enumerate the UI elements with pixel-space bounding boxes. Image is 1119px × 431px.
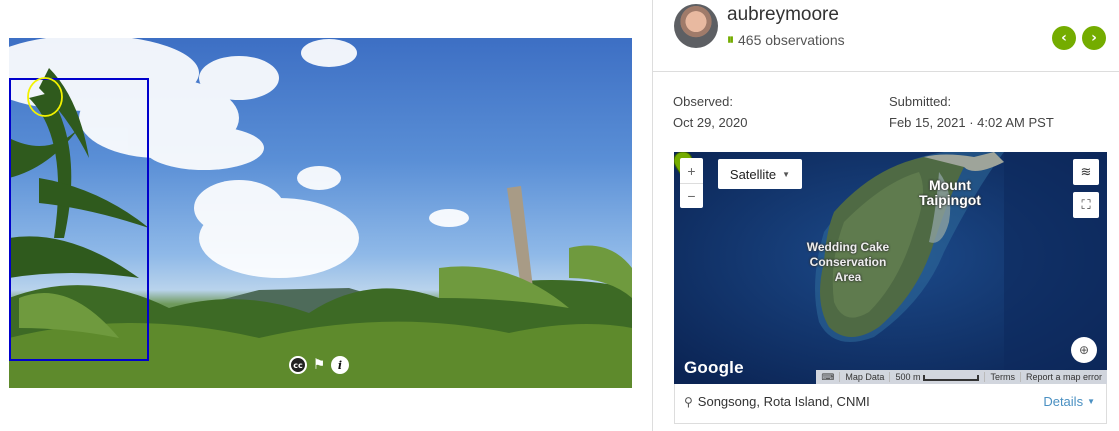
chevron-right-icon[interactable]: › — [1082, 26, 1106, 50]
chevron-left-icon[interactable]: ‹ — [1052, 26, 1076, 50]
flag-icon[interactable]: ⚑ — [311, 356, 327, 374]
report-map-error-link[interactable]: Report a map error — [1019, 372, 1107, 382]
info-icon[interactable]: i — [331, 356, 349, 374]
username-link[interactable]: aubreymoore — [727, 4, 845, 26]
header-divider — [652, 71, 1119, 72]
observer-info: aubreymoore ⏸ 465 observations — [727, 4, 845, 48]
submitted-label: Submitted: — [889, 94, 952, 109]
keyboard-icon[interactable]: ⌨ — [816, 372, 839, 383]
zoom-controls: + − — [680, 158, 703, 208]
place-guess: ⚲ Songsong, Rota Island, CNMI — [684, 394, 870, 409]
map-attribution: ⌨ Map Data 500 m Terms Report a map erro… — [816, 370, 1107, 384]
details-label: Details — [1043, 394, 1084, 409]
observed-label: Observed: — [673, 94, 733, 109]
terms-link[interactable]: Terms — [984, 372, 1020, 382]
observation-count[interactable]: ⏸ 465 observations — [727, 31, 845, 48]
column-divider — [652, 0, 653, 431]
place-box: ⚲ Songsong, Rota Island, CNMI Details ▼ — [674, 384, 1107, 424]
observed-date: Observed: Oct 29, 2020 — [673, 94, 747, 130]
google-logo: Google — [684, 358, 744, 377]
details-dropdown[interactable]: Details ▼ — [1043, 394, 1095, 409]
map-type-select[interactable]: Satellite ▼ — [718, 159, 802, 189]
observed-value: Oct 29, 2020 — [673, 115, 748, 130]
caret-down-icon: ▼ — [782, 169, 791, 179]
photo-controls: cc ⚑ i — [289, 356, 349, 374]
map-type-label: Satellite — [729, 166, 777, 182]
submitted-value: Feb 15, 2021 · 4:02 AM PST — [889, 115, 1054, 130]
observation-count-label: 465 observations — [738, 31, 845, 48]
fullscreen-icon[interactable]: ⛶ — [1073, 192, 1099, 218]
map-marker-icon: ⚲ — [684, 394, 693, 409]
layers-icon[interactable]: ≋ — [1073, 159, 1099, 185]
zoom-in-button[interactable]: + — [680, 158, 703, 183]
photo-scene — [9, 38, 632, 388]
observation-nav: ‹ › — [1052, 26, 1106, 50]
recenter-icon[interactable]: ⊕ — [1071, 337, 1097, 363]
location-map[interactable]: Mount Taipingot Wedding Cake Conservatio… — [674, 152, 1107, 384]
place-name: Songsong, Rota Island, CNMI — [697, 394, 870, 409]
map-data-link[interactable]: Map Data — [839, 372, 889, 382]
map-label-area: Wedding Cake Conservation Area — [806, 240, 890, 284]
map-label-peak: Mount Taipingot — [919, 177, 981, 208]
caret-down-icon: ▼ — [1087, 397, 1095, 406]
map-scale[interactable]: 500 m — [889, 372, 984, 382]
map-scale-label: 500 m — [895, 372, 921, 382]
zoom-out-button[interactable]: − — [680, 183, 703, 208]
submitted-date: Submitted: Feb 15, 2021 · 4:02 AM PST — [889, 94, 1054, 130]
observation-photo[interactable]: cc ⚑ i — [9, 38, 632, 388]
observer: aubreymoore ⏸ 465 observations — [674, 4, 845, 48]
avatar[interactable] — [674, 4, 718, 48]
scale-bar — [923, 374, 980, 381]
binoculars-icon: ⏸ — [727, 31, 734, 47]
creative-commons-icon[interactable]: cc — [289, 356, 307, 374]
